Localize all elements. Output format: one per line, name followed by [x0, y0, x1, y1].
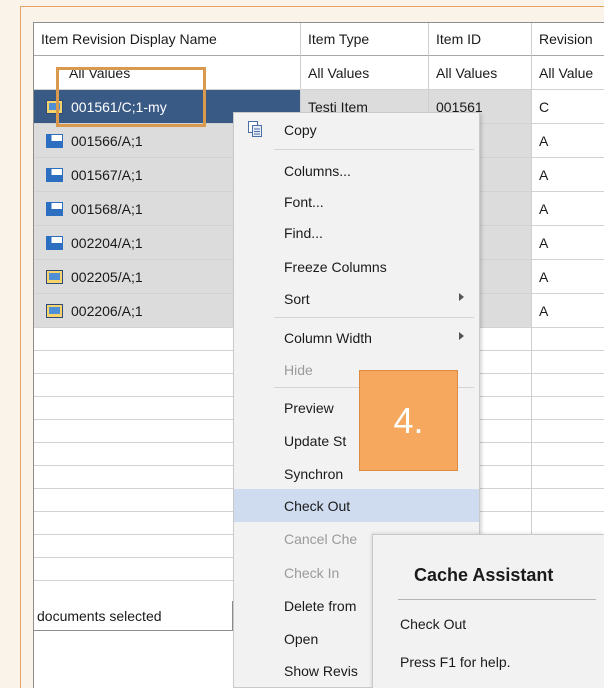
filter-cell[interactable]: All Values — [301, 56, 429, 90]
frame-top-border — [20, 6, 604, 7]
menu-item-sort[interactable]: Sort — [234, 282, 479, 315]
menu-item-check-out[interactable]: Check Out — [234, 489, 479, 522]
row-name: 001566/A;1 — [71, 132, 143, 149]
submenu-arrow-icon — [459, 332, 464, 340]
menu-label: Check Out — [284, 497, 351, 514]
menu-item-find[interactable]: Find... — [234, 216, 479, 249]
copy-icon — [248, 121, 262, 137]
menu-label: Font... — [284, 193, 324, 210]
menu-label: Preview — [284, 399, 334, 416]
menu-label: Freeze Columns — [284, 258, 387, 275]
row-revision: A — [532, 158, 604, 192]
menu-label: Show Revis — [284, 662, 358, 679]
item-revision-icon — [46, 269, 63, 284]
item-icon — [46, 235, 63, 250]
row-name: 002205/A;1 — [71, 268, 143, 285]
row-name: 002204/A;1 — [71, 234, 143, 251]
menu-item-font[interactable]: Font... — [234, 185, 479, 218]
row-revision: A — [532, 124, 604, 158]
row-revision: A — [532, 260, 604, 294]
item-icon — [46, 133, 63, 148]
status-text: documents selected — [37, 607, 162, 624]
menu-separator — [274, 317, 474, 318]
column-header-item-type[interactable]: Item Type — [301, 23, 429, 56]
item-revision-icon — [46, 303, 63, 318]
menu-separator — [274, 149, 474, 150]
menu-label: Hide — [284, 361, 313, 378]
menu-label: Update St — [284, 432, 347, 449]
menu-label: Delete from — [284, 597, 357, 614]
menu-item-column-width[interactable]: Column Width — [234, 321, 479, 354]
column-header-display-name[interactable]: Item Revision Display Name — [34, 23, 301, 56]
status-bar: documents selected — [33, 601, 233, 631]
row-revision: A — [532, 226, 604, 260]
frame-left-border — [20, 6, 21, 688]
column-header-revision[interactable]: Revision — [532, 23, 604, 56]
menu-item-freeze-columns[interactable]: Freeze Columns — [234, 250, 479, 283]
tooltip-help: Press F1 for help. — [400, 654, 511, 670]
menu-label: Cancel Che — [284, 530, 358, 547]
item-icon — [46, 167, 63, 182]
highlight-callout-box — [56, 67, 206, 127]
item-icon — [46, 201, 63, 216]
menu-item-copy[interactable]: Copy — [234, 113, 479, 146]
menu-label: Copy — [284, 121, 317, 138]
menu-label: Sort — [284, 290, 310, 307]
menu-item-columns[interactable]: Columns... — [234, 154, 479, 187]
step-number-badge: 4. — [359, 370, 458, 471]
column-header-item-id[interactable]: Item ID — [429, 23, 532, 56]
filter-cell[interactable]: All Values — [429, 56, 532, 90]
filter-cell[interactable]: All Value — [532, 56, 604, 90]
tooltip-separator — [398, 599, 596, 600]
menu-label: Column Width — [284, 329, 372, 346]
submenu-arrow-icon — [459, 293, 464, 301]
menu-label: Synchron — [284, 465, 344, 482]
row-revision: C — [532, 90, 604, 124]
row-revision: A — [532, 192, 604, 226]
bottom-panel — [33, 631, 234, 688]
row-revision: A — [532, 294, 604, 328]
row-name: 001568/A;1 — [71, 200, 143, 217]
menu-label: Check In — [284, 564, 340, 581]
row-name: 002206/A;1 — [71, 302, 143, 319]
row-name: 001567/A;1 — [71, 166, 143, 183]
menu-label: Find... — [284, 224, 323, 241]
menu-label: Open — [284, 630, 319, 647]
tooltip-item: Check Out — [400, 616, 467, 632]
tooltip-title: Cache Assistant — [414, 565, 554, 585]
cache-assistant-tooltip: Cache Assistant Check Out Press F1 for h… — [372, 534, 604, 688]
step-number: 4. — [393, 399, 424, 441]
menu-label: Columns... — [284, 162, 351, 179]
